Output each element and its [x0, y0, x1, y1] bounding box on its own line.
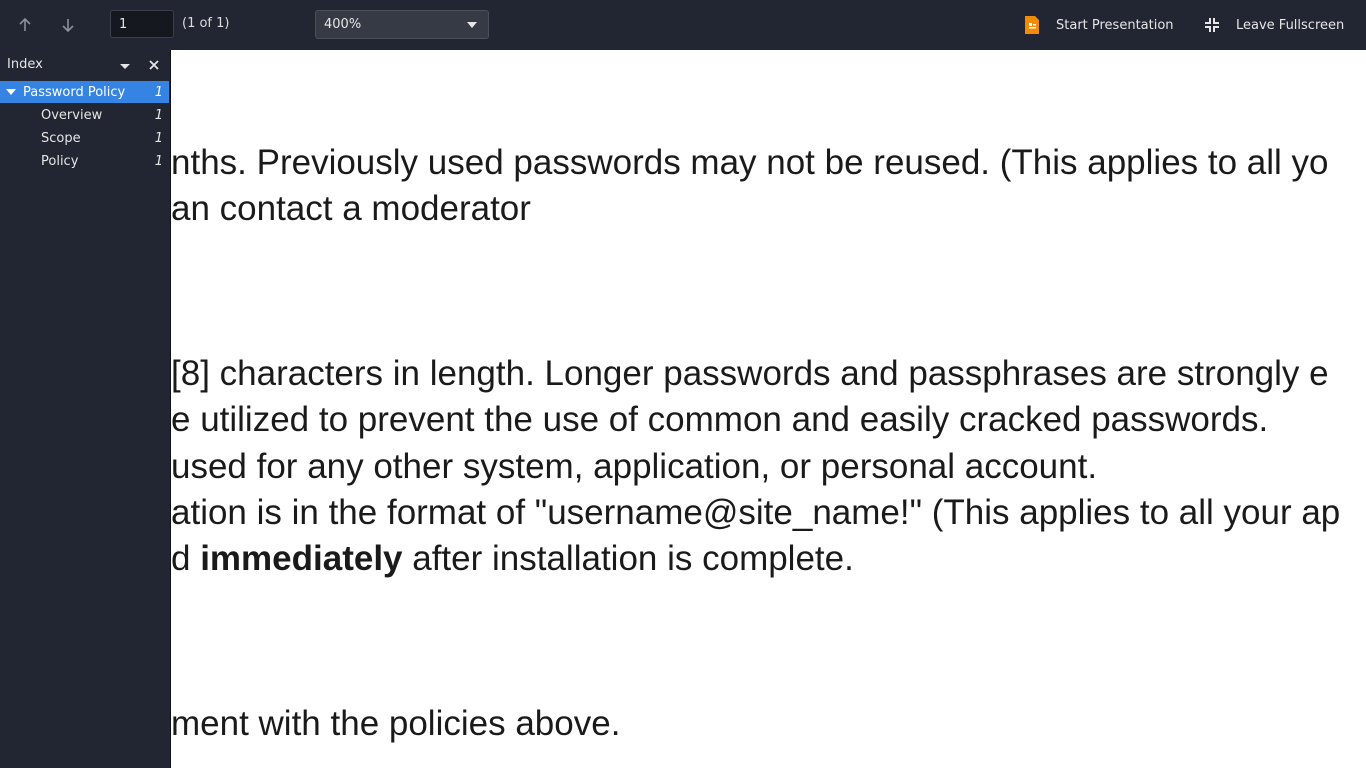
- start-presentation-button[interactable]: Start Presentation: [1020, 8, 1174, 42]
- toc-item-page: 1: [154, 153, 163, 169]
- document-text-line: used for any other system, application, …: [171, 447, 1098, 486]
- text-run: d: [171, 539, 201, 578]
- document-text-line: d immediately after installation is comp…: [171, 541, 854, 576]
- chevron-down-icon[interactable]: [117, 58, 133, 74]
- expander-icon[interactable]: [5, 86, 17, 98]
- sidebar-header: Index: [0, 50, 170, 80]
- document-text-line: ation is in the format of "username@site…: [171, 493, 1341, 532]
- toc-item-page: 1: [154, 84, 163, 100]
- page-count: (1 of 1): [182, 16, 230, 31]
- bold-text-run: immediately: [200, 539, 403, 578]
- leave-fullscreen-button[interactable]: Leave Fullscreen: [1200, 8, 1344, 42]
- toc-item-page: 1: [154, 130, 163, 146]
- sidebar: Index Password Policy 1 Overview 1 Scope…: [0, 50, 171, 768]
- toc-item-page: 1: [154, 107, 163, 123]
- toc-item-password-policy[interactable]: Password Policy 1: [0, 81, 169, 103]
- toc-item-label: Password Policy: [23, 84, 126, 100]
- toc-item-label: Scope: [41, 130, 81, 146]
- start-presentation-label: Start Presentation: [1056, 17, 1174, 33]
- document-text-line: an contact a moderator: [171, 189, 531, 228]
- document-text-line: [8] characters in length. Longer passwor…: [171, 354, 1329, 393]
- toc-item-policy[interactable]: Policy 1: [41, 150, 169, 172]
- chevron-down-icon: [467, 22, 477, 28]
- document-page: nths. Previously used passwords may not …: [171, 50, 1366, 768]
- document-text-line: ment with the policies above.: [171, 704, 621, 743]
- arrow-down-icon[interactable]: [56, 13, 80, 37]
- arrow-up-icon[interactable]: [13, 13, 37, 37]
- presentation-icon: [1020, 13, 1044, 37]
- document-text-line: e utilized to prevent the use of common …: [171, 400, 1269, 439]
- document-text-line: nths. Previously used passwords may not …: [171, 143, 1329, 182]
- leave-fullscreen-icon: [1200, 13, 1224, 37]
- toc-item-overview[interactable]: Overview 1: [41, 104, 169, 126]
- toc-item-scope[interactable]: Scope 1: [41, 127, 169, 149]
- leave-fullscreen-label: Leave Fullscreen: [1236, 17, 1345, 33]
- sidebar-title: Index: [7, 57, 43, 72]
- zoom-select[interactable]: 400%: [315, 10, 489, 39]
- toc-item-label: Policy: [41, 153, 79, 169]
- zoom-value: 400%: [324, 17, 362, 32]
- page-number-input[interactable]: [110, 10, 174, 38]
- close-icon[interactable]: [146, 57, 162, 73]
- text-run: after installation is complete.: [402, 539, 854, 578]
- toolbar: (1 of 1) 400% Start Presentation Leave F…: [0, 0, 1366, 50]
- toc-item-label: Overview: [41, 107, 103, 123]
